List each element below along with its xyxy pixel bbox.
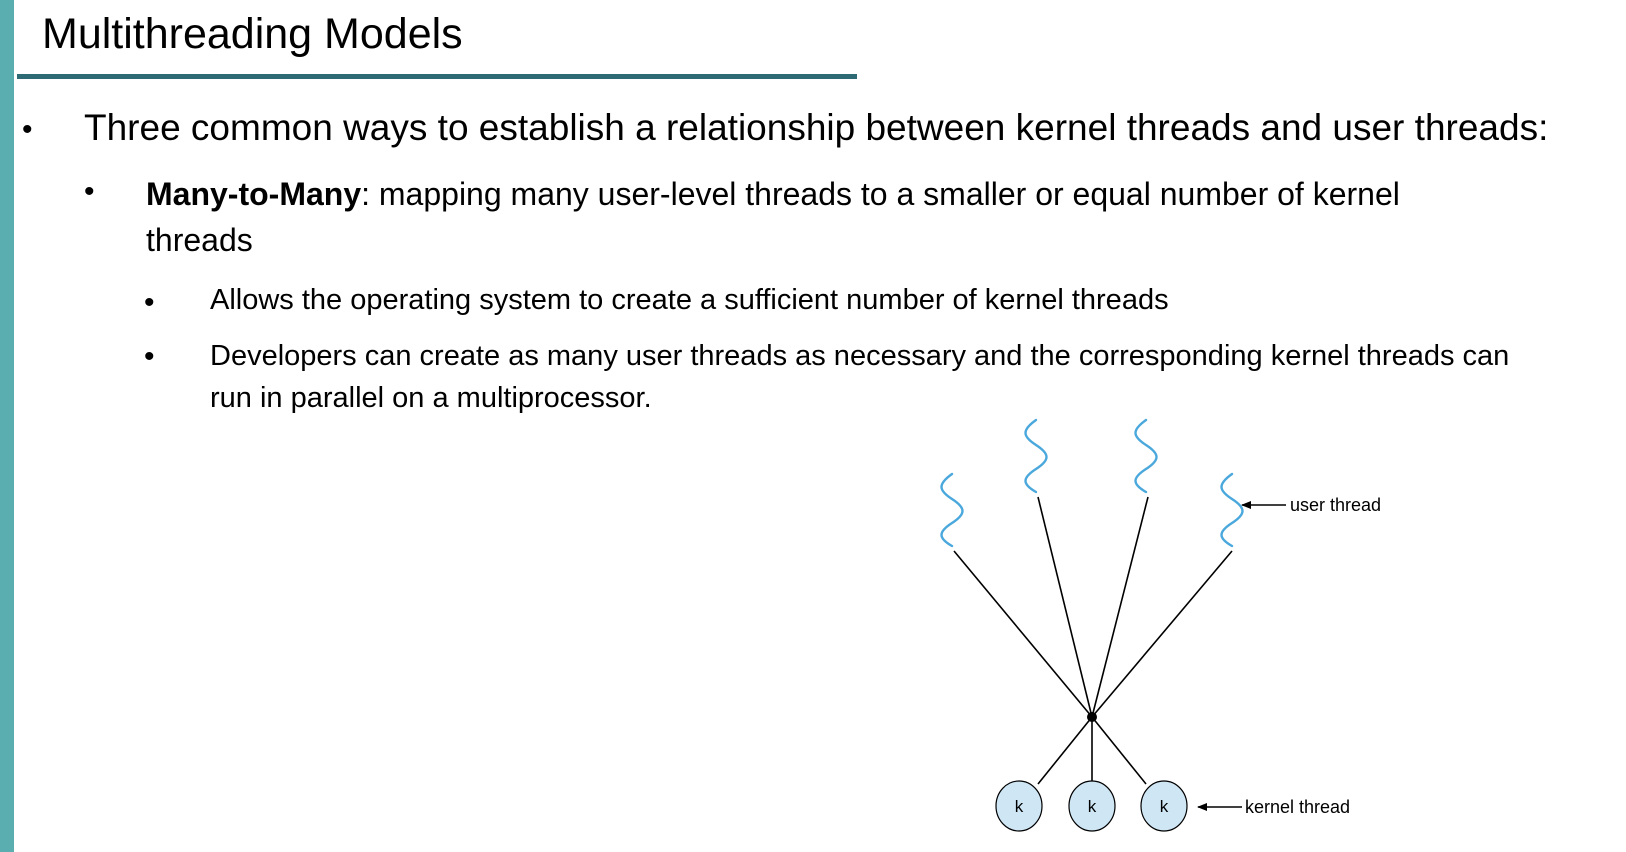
kernel-link-1 [1037, 716, 1093, 785]
user-thread-label: user thread [1290, 495, 1381, 515]
kernel-thread-node-3: k [1140, 780, 1188, 832]
user-thread-3 [1134, 418, 1158, 494]
kernel-link-3 [1091, 716, 1147, 785]
kernel-node-label: k [1160, 797, 1169, 816]
user-thread-4 [1220, 472, 1244, 548]
kernel-thread-label: kernel thread [1245, 797, 1350, 817]
user-thread-2 [1024, 418, 1048, 494]
kernel-node-label: k [1088, 797, 1097, 816]
user-thread-1 [940, 472, 964, 548]
kernel-node-label: k [1015, 797, 1024, 816]
many-to-many-diagram: k k k user thread kernel thread [940, 418, 1381, 832]
kernel-thread-node-2: k [1068, 780, 1116, 832]
kernel-thread-node-1: k [995, 780, 1043, 832]
